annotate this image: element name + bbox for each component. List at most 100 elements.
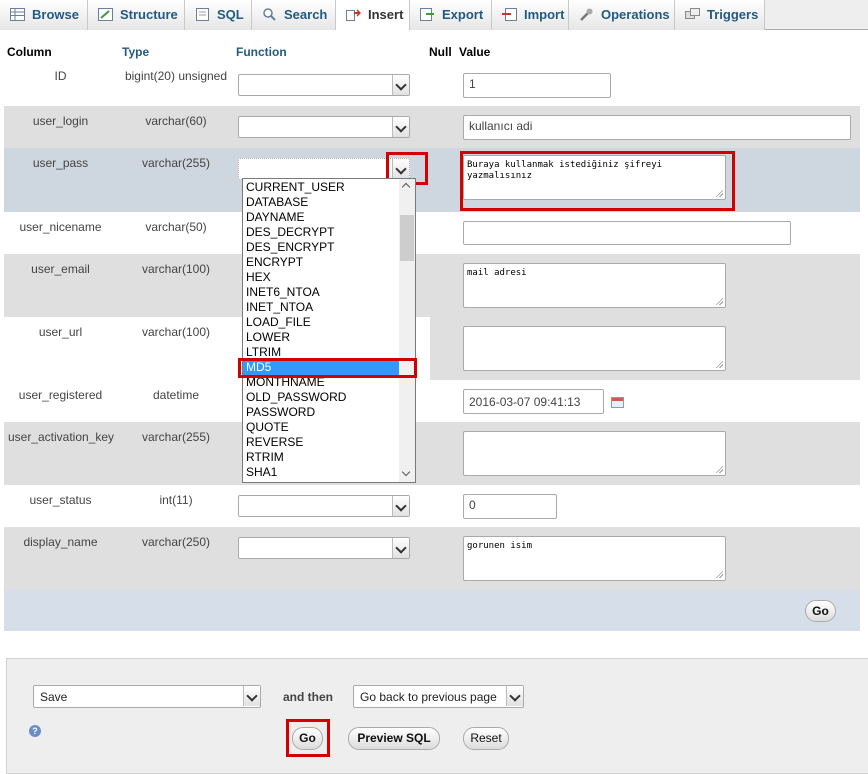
scroll-down-icon[interactable] (401, 467, 411, 477)
table-row: user_email varchar(100) (4, 254, 860, 317)
action-select[interactable]: Save (33, 685, 261, 708)
value-input[interactable]: 0 (463, 494, 557, 519)
table-row: ID bigint(20) unsigned (4, 64, 860, 106)
calendar-icon[interactable] (611, 397, 624, 408)
column-name: ID (54, 69, 67, 83)
tab-triggers[interactable]: Triggers (675, 0, 765, 30)
browse-icon (10, 8, 25, 21)
tab-export[interactable]: Export (410, 0, 492, 30)
tab-browse[interactable]: Browse (0, 0, 88, 30)
chevron-down-icon (392, 75, 409, 95)
tab-operations[interactable]: Operations (569, 0, 675, 30)
help-icon[interactable]: ? (29, 725, 41, 737)
dropdown-option[interactable]: DATABASE (246, 195, 399, 210)
chevron-down-icon (243, 686, 260, 706)
value-textarea[interactable] (463, 326, 726, 371)
go-button[interactable]: Go (805, 600, 836, 622)
tab-label: Operations (601, 7, 670, 22)
column-name: user_status (29, 493, 92, 507)
datetime-input[interactable]: 2016-03-07 09:41:13 (463, 389, 604, 414)
column-name: user_activation_key (7, 430, 115, 444)
function-select[interactable] (238, 116, 410, 138)
tab-label: Browse (32, 7, 79, 22)
value-text: mail adresi (467, 268, 527, 278)
dropdown-option[interactable]: REVERSE (246, 435, 399, 450)
dropdown-option[interactable]: OLD_PASSWORD (246, 390, 399, 405)
resize-grip-icon[interactable] (715, 360, 723, 368)
header-type[interactable]: Type (122, 45, 149, 59)
dropdown-option[interactable]: DES_DECRYPT (246, 225, 399, 240)
tab-structure[interactable]: Structure (88, 0, 185, 30)
column-type: varchar(100) (141, 325, 211, 339)
dropdown-option[interactable]: LOWER (246, 330, 399, 345)
tab-label: Import (524, 7, 565, 22)
tab-sql[interactable]: SQL (185, 0, 252, 30)
value-textarea[interactable]: gorunen isim (463, 536, 726, 581)
column-type: datetime (152, 388, 200, 402)
dropdown-option[interactable]: CURRENT_USER (246, 180, 399, 195)
function-select[interactable] (238, 495, 410, 517)
header-value: Value (459, 45, 491, 59)
value-textarea[interactable]: mail adresi (463, 263, 726, 308)
dropdown-option[interactable]: INET6_NTOA (246, 285, 399, 300)
column-type: varchar(255) (141, 430, 211, 444)
resize-grip-icon[interactable] (715, 570, 723, 578)
tab-bar: Browse Structure SQL Search Insert Expor… (0, 0, 868, 31)
export-icon (420, 8, 434, 21)
dropdown-option[interactable]: SHA1 (246, 465, 399, 480)
dropdown-option[interactable]: HEX (246, 270, 399, 285)
import-icon (502, 8, 517, 21)
dropdown-option[interactable]: QUOTE (246, 420, 399, 435)
column-type: varchar(60) (145, 114, 207, 128)
function-select[interactable] (238, 158, 410, 180)
header-null: Null (429, 45, 452, 59)
column-type: int(11) (159, 493, 193, 507)
scroll-up-icon[interactable] (401, 182, 411, 192)
and-then-label: and then (283, 690, 333, 704)
table-header: Column Type Function Null Value (4, 42, 860, 64)
operations-icon (580, 8, 593, 21)
function-dropdown-list[interactable]: CURRENT_USER DATABASE DAYNAME DES_DECRYPT DE… (242, 178, 416, 483)
header-column: Column (7, 45, 52, 59)
reset-button[interactable]: Reset (463, 727, 509, 750)
dropdown-option[interactable]: LOAD_FILE (246, 315, 399, 330)
tab-label: Structure (120, 7, 178, 22)
highlight-box (286, 719, 330, 757)
tab-insert[interactable]: Insert (336, 0, 410, 31)
dropdown-scrollbar[interactable] (399, 179, 415, 482)
column-name: user_registered (18, 388, 103, 402)
tab-search[interactable]: Search (252, 0, 336, 30)
function-select[interactable] (238, 74, 410, 96)
table-row: user_status int(11) (4, 485, 860, 527)
table-row: user_registered datetime (4, 380, 860, 422)
column-type: bigint(20) unsigned (124, 69, 228, 83)
value-input[interactable]: 1 (463, 73, 611, 98)
scroll-thumb[interactable] (400, 215, 414, 261)
dropdown-option[interactable]: ENCRYPT (246, 255, 399, 270)
highlight-box (460, 151, 735, 211)
column-name: user_email (31, 262, 90, 276)
value-input[interactable] (463, 221, 791, 245)
dropdown-option[interactable]: DES_ENCRYPT (246, 240, 399, 255)
after-insert-select[interactable]: Go back to previous page (353, 685, 524, 708)
tab-label: Triggers (707, 7, 759, 22)
tab-import[interactable]: Import (492, 0, 569, 30)
preview-sql-button[interactable]: Preview SQL (348, 727, 440, 750)
column-type: varchar(50) (145, 220, 207, 234)
tab-label: Insert (368, 7, 404, 22)
header-function[interactable]: Function (236, 45, 287, 59)
dropdown-option[interactable]: INET_NTOA (246, 300, 399, 315)
dropdown-option[interactable]: PASSWORD (246, 405, 399, 420)
dropdown-option[interactable]: RTRIM (246, 450, 399, 465)
chevron-down-icon (506, 686, 523, 706)
resize-grip-icon[interactable] (715, 465, 723, 473)
value-text: gorunen isim (467, 541, 533, 551)
function-select[interactable] (238, 537, 410, 559)
table-row: display_name varchar(250) (4, 527, 860, 590)
table-row: user_activation_key varchar(255) (4, 422, 860, 485)
value-textarea[interactable] (463, 431, 726, 476)
chevron-down-icon (392, 117, 409, 137)
resize-grip-icon[interactable] (715, 297, 723, 305)
value-input[interactable]: kullanıcı adi (463, 115, 851, 140)
dropdown-option[interactable]: DAYNAME (246, 210, 399, 225)
